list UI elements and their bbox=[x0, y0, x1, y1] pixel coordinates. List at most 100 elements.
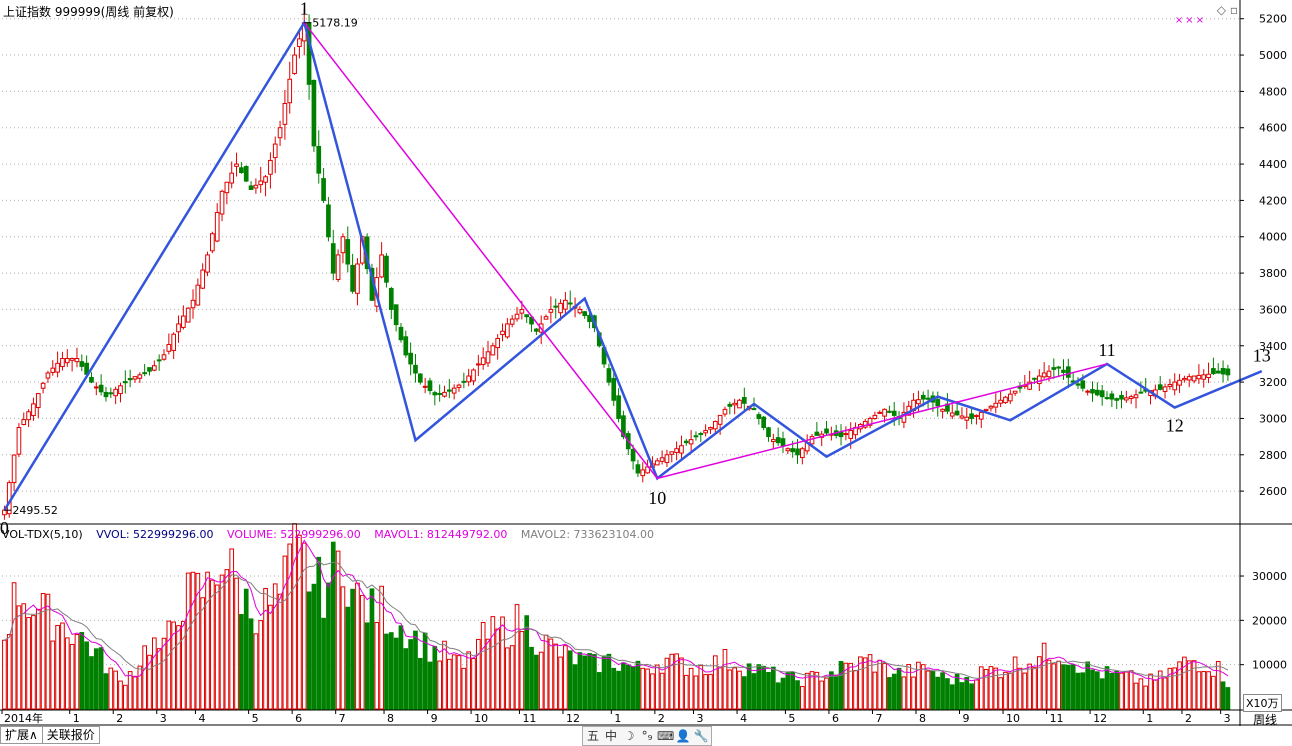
volume-bar-up bbox=[1215, 661, 1221, 710]
price-tick-label: 4000 bbox=[1259, 231, 1287, 244]
candle-down bbox=[326, 204, 331, 238]
volume-bar-up bbox=[1162, 677, 1168, 710]
volume-bar-up bbox=[993, 667, 999, 710]
volume-bar-down bbox=[84, 641, 89, 710]
volume-bar-up bbox=[446, 658, 452, 710]
time-tick-label: 12 bbox=[1093, 712, 1107, 725]
candle-up bbox=[118, 385, 123, 395]
time-tick-label: 1 bbox=[1146, 712, 1153, 725]
period-label[interactable]: 周线 bbox=[1253, 711, 1277, 728]
window-controls[interactable]: ◇ ▫ bbox=[1217, 3, 1238, 17]
restore-icon[interactable]: ◇ bbox=[1217, 3, 1226, 17]
candle-up bbox=[55, 362, 60, 373]
wrench-icon[interactable]: 🔧 bbox=[693, 727, 709, 745]
candle-up bbox=[800, 448, 805, 459]
volume-bar-down bbox=[596, 672, 602, 710]
volume-bar-up bbox=[698, 665, 704, 710]
price-tick-label: 2800 bbox=[1259, 449, 1287, 462]
volume-bar-down bbox=[79, 632, 85, 710]
user-icon[interactable]: 👤 bbox=[675, 727, 691, 745]
tab-related-quotes[interactable]: 关联报价 bbox=[41, 726, 100, 744]
candle-down bbox=[403, 336, 409, 356]
volume-bar-down bbox=[935, 676, 941, 710]
price-annotation: 5178.19 bbox=[312, 17, 358, 30]
five-icon[interactable]: 五 bbox=[585, 727, 601, 745]
volume-bar-down bbox=[534, 654, 539, 710]
candle-up bbox=[190, 299, 196, 309]
price-grid bbox=[2, 18, 1240, 492]
candle-up bbox=[543, 316, 549, 320]
tab-expand[interactable]: 扩展∧ bbox=[0, 726, 43, 744]
candle-up bbox=[732, 402, 737, 406]
candle-up bbox=[519, 308, 525, 314]
volume-bar-down bbox=[775, 682, 781, 710]
candle-down bbox=[388, 288, 394, 310]
volume-bar-up bbox=[732, 667, 737, 710]
candle-down bbox=[727, 403, 733, 407]
candle-up bbox=[50, 367, 56, 373]
candle-up bbox=[185, 307, 191, 323]
volume-bar-down bbox=[321, 617, 326, 710]
candle-up bbox=[1003, 396, 1008, 404]
volume-bar-up bbox=[301, 542, 307, 710]
volume-bar-down bbox=[1070, 664, 1076, 710]
volume-bar-up bbox=[451, 654, 457, 710]
volume-bar-down bbox=[1104, 666, 1110, 710]
price-tick-label: 4800 bbox=[1259, 85, 1287, 98]
volume-bar-up bbox=[727, 669, 733, 710]
volume-bar-up bbox=[374, 621, 380, 710]
volume-bar-up bbox=[853, 670, 858, 710]
volume-bar-down bbox=[780, 677, 786, 710]
candle-down bbox=[408, 352, 413, 365]
volume-bar-down bbox=[611, 667, 617, 710]
maximize-icon[interactable]: ▫ bbox=[1230, 3, 1238, 17]
volume-bar-up bbox=[563, 645, 568, 710]
candle-up bbox=[843, 433, 849, 436]
candle-up bbox=[664, 454, 670, 464]
candle-up bbox=[181, 315, 186, 328]
volume-bar-down bbox=[239, 614, 244, 710]
volume-bar-up bbox=[185, 572, 191, 710]
volume-bar-up bbox=[558, 656, 563, 710]
volume-bar-up bbox=[268, 604, 273, 710]
keyboard-icon[interactable]: ⌨ bbox=[657, 727, 674, 745]
volume-bar-down bbox=[630, 666, 636, 710]
punctuation-icon[interactable]: °₉ bbox=[639, 727, 655, 745]
time-tick-label: 5 bbox=[252, 712, 259, 725]
candle-up bbox=[577, 308, 583, 314]
volume-bar-up bbox=[824, 677, 829, 710]
volume-bar-up bbox=[650, 673, 655, 710]
candle-up bbox=[287, 78, 293, 104]
volume-bar-down bbox=[243, 588, 249, 710]
close-marks-icon[interactable]: ××× bbox=[1175, 15, 1206, 26]
candle-down bbox=[795, 448, 800, 456]
volume-bar-down bbox=[1090, 669, 1095, 710]
candle-down bbox=[156, 359, 162, 362]
volume-bar-down bbox=[959, 682, 965, 710]
volume-bar-down bbox=[592, 654, 597, 710]
volume-bar-down bbox=[306, 591, 312, 710]
candle-down bbox=[524, 314, 530, 318]
volume-bar-up bbox=[703, 674, 708, 710]
candle-up bbox=[64, 357, 70, 364]
candle-down bbox=[698, 433, 704, 436]
candle-down bbox=[350, 264, 355, 292]
volume-bar-up bbox=[901, 676, 907, 710]
candle-up bbox=[1133, 394, 1139, 399]
volume-bar-up bbox=[500, 616, 505, 710]
candle-up bbox=[26, 411, 31, 421]
volume-bar-up bbox=[1128, 670, 1134, 710]
chinese-input-icon[interactable]: 中 bbox=[603, 727, 619, 745]
candle-up bbox=[379, 254, 384, 278]
candle-up bbox=[471, 369, 476, 382]
candle-down bbox=[79, 361, 85, 367]
price-tick-label: 5200 bbox=[1259, 13, 1287, 26]
candle-up bbox=[703, 430, 708, 434]
volume-bar-up bbox=[1153, 679, 1158, 710]
moon-icon[interactable]: ☽ bbox=[621, 727, 637, 745]
volume-bar-up bbox=[137, 665, 143, 710]
candle-down bbox=[751, 408, 757, 411]
candle-down bbox=[616, 395, 621, 419]
candle-down bbox=[108, 392, 114, 395]
volume-bar-down bbox=[829, 671, 834, 710]
